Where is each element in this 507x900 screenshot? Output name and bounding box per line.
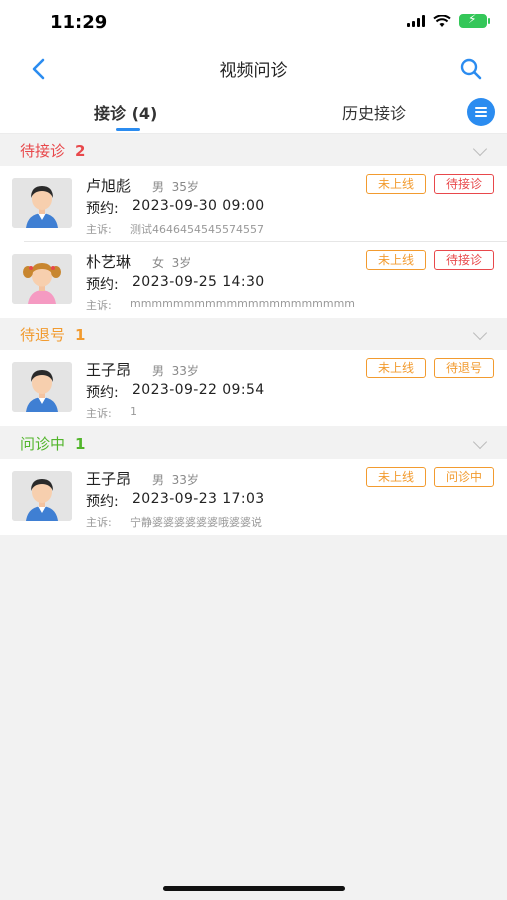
list-menu-icon[interactable] (467, 98, 495, 126)
complaint-text: 测试4646454545574557 (130, 223, 264, 236)
battery-charging-icon: ⚡ (459, 12, 490, 28)
signal-icon (407, 15, 425, 27)
chevron-down-icon[interactable] (472, 434, 488, 450)
section-header-waiting[interactable]: 待接诊 2 (0, 134, 507, 166)
patient-gender-age: 男 33岁 (152, 473, 199, 487)
patient-name: 卢旭彪 (86, 177, 132, 195)
status-badge: 问诊中 (434, 467, 494, 487)
page-title: 视频问诊 (219, 61, 288, 81)
patient-gender-age: 女 3岁 (152, 256, 192, 270)
wifi-icon (433, 14, 451, 27)
section-count: 1 (75, 326, 86, 344)
appointment-time: 2023-09-30 09:00 (132, 198, 265, 214)
patient-card[interactable]: 朴艺琳 女 3岁 预约: 2023-09-25 14:30 主诉: mmmmmm… (0, 242, 507, 318)
tab-history[interactable]: 历史接诊 (342, 100, 406, 124)
appointment-label: 预约: (86, 201, 119, 217)
complaint-label: 主诉: (86, 516, 112, 529)
home-indicator[interactable] (163, 886, 345, 891)
tab-consult[interactable]: 接诊 (4) (94, 100, 157, 124)
complaint-label: 主诉: (86, 223, 112, 236)
status-icons: ⚡ (407, 12, 490, 28)
section-label: 待退号 1 (20, 326, 86, 344)
status-badge: 待接诊 (434, 250, 494, 270)
section-count: 2 (75, 142, 86, 160)
complaint-text: 宁静婆婆婆婆婆婆哦婆婆说 (130, 516, 262, 529)
patient-card[interactable]: 王子昂 男 33岁 预约: 2023-09-23 17:03 主诉: 宁静婆婆婆… (0, 459, 507, 535)
nav-bar: 视频问诊 (0, 46, 507, 90)
appointment-time: 2023-09-22 09:54 (132, 382, 265, 398)
male-avatar-icon (12, 178, 72, 228)
offline-badge: 未上线 (366, 174, 426, 194)
appointment-time: 2023-09-23 17:03 (132, 491, 265, 507)
complaint-text: 1 (130, 405, 137, 418)
offline-badge: 未上线 (366, 467, 426, 487)
appointment-time: 2023-09-25 14:30 (132, 274, 265, 290)
status-bar: 11:29 ⚡ (0, 0, 507, 46)
section-count: 1 (75, 435, 86, 453)
patient-card[interactable]: 王子昂 男 33岁 预约: 2023-09-22 09:54 主诉: 1 未上线… (0, 350, 507, 426)
complaint-text: mmmmmmmmmmmmmmmmmmmmm (130, 297, 356, 310)
tab-active-indicator (116, 128, 140, 131)
patient-gender-age: 男 35岁 (152, 180, 199, 194)
appointment-label: 预约: (86, 494, 119, 510)
male-avatar-icon (12, 471, 72, 521)
patient-name: 朴艺琳 (86, 253, 132, 271)
patient-gender-age: 男 33岁 (152, 364, 199, 378)
male-avatar-icon (12, 362, 72, 412)
tab-bar: 接诊 (4) 历史接诊 (0, 90, 507, 134)
status-time: 11:29 (50, 12, 108, 33)
patient-name: 王子昂 (86, 361, 132, 379)
section-label: 待接诊 2 (20, 142, 86, 160)
patient-card[interactable]: 卢旭彪 男 35岁 预约: 2023-09-30 09:00 主诉: 测试464… (0, 166, 507, 242)
patient-name: 王子昂 (86, 470, 132, 488)
appointment-label: 预约: (86, 385, 119, 401)
offline-badge: 未上线 (366, 250, 426, 270)
complaint-label: 主诉: (86, 407, 112, 420)
chevron-down-icon[interactable] (472, 325, 488, 341)
appointment-label: 预约: (86, 277, 119, 293)
section-header-in-consult[interactable]: 问诊中 1 (0, 427, 507, 459)
section-header-pending-refund[interactable]: 待退号 1 (0, 318, 507, 350)
girl-avatar-icon (12, 254, 72, 304)
chevron-down-icon[interactable] (472, 141, 488, 157)
search-icon[interactable] (457, 55, 485, 83)
status-badge: 待退号 (434, 358, 494, 378)
section-label: 问诊中 1 (20, 435, 86, 453)
complaint-label: 主诉: (86, 299, 112, 312)
offline-badge: 未上线 (366, 358, 426, 378)
status-badge: 待接诊 (434, 174, 494, 194)
